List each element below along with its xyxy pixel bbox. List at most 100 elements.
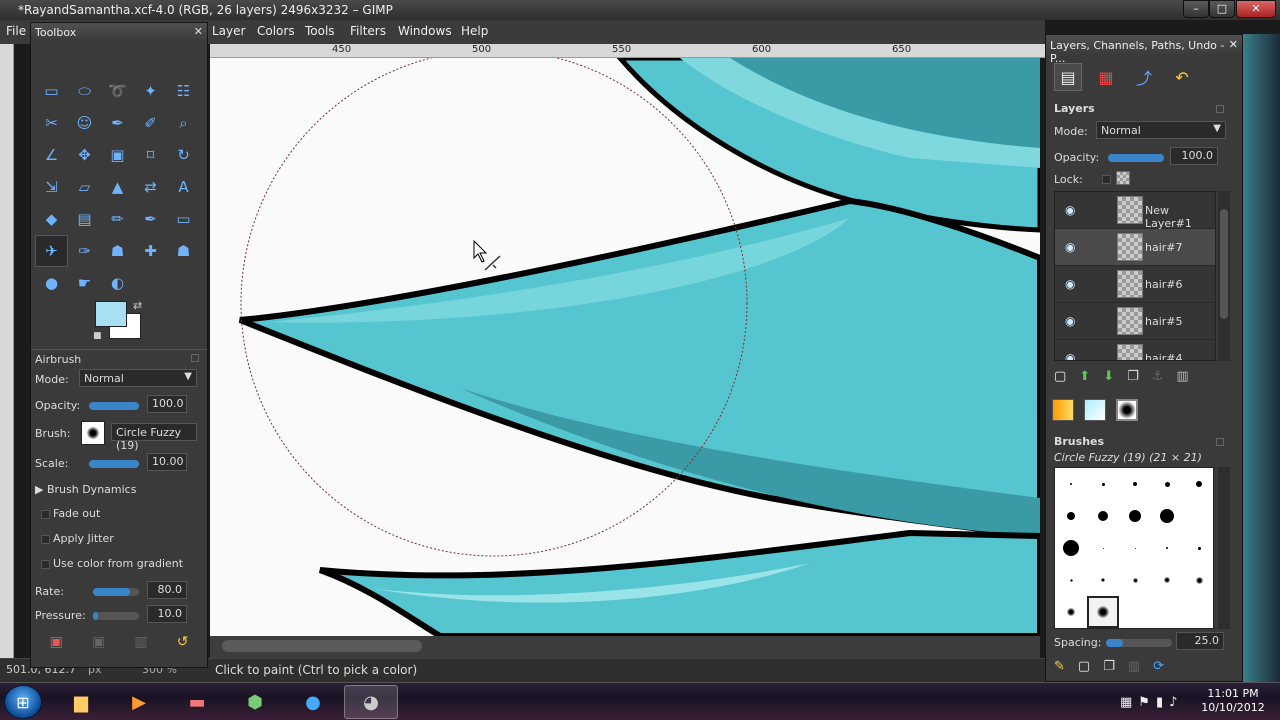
brush-swatch[interactable] — [1119, 468, 1151, 500]
align-icon[interactable]: ▣ — [101, 139, 134, 171]
shear-icon[interactable]: ▱ — [68, 171, 101, 203]
select-by-color-icon[interactable]: ☷ — [167, 75, 200, 107]
taskbar-hp[interactable]: ⬢ — [228, 685, 282, 719]
taskbar-app[interactable]: ▬ — [170, 685, 224, 719]
rate-spinner[interactable]: 80.0 — [147, 581, 187, 599]
free-select-icon[interactable]: ➰ — [101, 75, 134, 107]
crop-icon[interactable]: ⌑ — [134, 139, 167, 171]
brush-swatch[interactable] — [1055, 500, 1087, 532]
minimize-button[interactable]: – — [1183, 0, 1209, 18]
taskbar-explorer[interactable]: ▆ — [54, 685, 108, 719]
rotate-icon[interactable]: ↻ — [167, 139, 200, 171]
delete-options-icon[interactable]: ▥ — [134, 634, 147, 650]
apply-jitter-checkbox[interactable] — [41, 535, 50, 544]
restore-options-icon[interactable]: ▣ — [92, 634, 105, 650]
swap-colors-icon[interactable]: ⇄ — [133, 299, 142, 312]
tab-undo-icon[interactable]: ↶ — [1168, 63, 1196, 91]
menu-colors[interactable]: Colors — [257, 24, 295, 38]
menu-filters[interactable]: Filters — [350, 24, 386, 38]
mode-select[interactable]: Normal ▼ — [79, 369, 197, 387]
scale-slider[interactable] — [89, 460, 139, 468]
eraser-icon[interactable]: ▭ — [167, 203, 200, 235]
brushes-scrollbar[interactable] — [1218, 467, 1230, 629]
opacity-slider[interactable] — [89, 402, 139, 410]
brush-dynamics-toggle[interactable]: ▶ Brush Dynamics — [35, 483, 136, 496]
visibility-eye-icon[interactable]: ◉ — [1065, 277, 1075, 291]
visibility-eye-icon[interactable]: ◉ — [1065, 240, 1075, 254]
brush-swatch[interactable] — [1087, 596, 1119, 628]
brush-swatch[interactable] — [1183, 500, 1215, 532]
raise-layer-icon[interactable]: ⬆ — [1079, 369, 1090, 384]
brush-swatch[interactable] — [1119, 564, 1151, 596]
clock[interactable]: 11:01 PM 10/10/2012 — [1198, 687, 1268, 715]
options-menu-icon[interactable] — [191, 354, 199, 362]
brush-swatch[interactable] — [1087, 500, 1119, 532]
taskbar-gimp[interactable]: ◕ — [344, 685, 398, 719]
airbrush-icon[interactable]: ✈ — [35, 235, 68, 267]
menu-tools[interactable]: Tools — [305, 24, 335, 38]
paths-icon[interactable]: ✒ — [101, 107, 134, 139]
new-layer-icon[interactable]: ▢ — [1054, 369, 1066, 384]
refresh-brushes-icon[interactable]: ⟳ — [1153, 659, 1164, 674]
perspective-icon[interactable]: ▲ — [101, 171, 134, 203]
brush-swatch[interactable] — [1119, 596, 1151, 628]
brush-swatch[interactable] — [1151, 500, 1183, 532]
pressure-slider[interactable] — [93, 612, 139, 620]
delete-layer-icon[interactable]: ▥ — [1176, 369, 1188, 384]
lower-layer-icon[interactable]: ⬇ — [1103, 369, 1114, 384]
signal-icon[interactable]: ▮ — [1156, 695, 1163, 710]
taskbar-media-player[interactable]: ▶ — [112, 685, 166, 719]
spacing-slider[interactable] — [1106, 639, 1172, 647]
use-gradient-checkbox[interactable] — [41, 560, 50, 569]
brush-swatch[interactable] — [1183, 596, 1215, 628]
edit-brush-icon[interactable]: ✎ — [1054, 659, 1065, 674]
blur-sharpen-icon[interactable]: ● — [35, 267, 68, 299]
text-icon[interactable]: A — [167, 171, 200, 203]
brush-swatch[interactable] — [1183, 564, 1215, 596]
blend-icon[interactable]: ▤ — [68, 203, 101, 235]
brush-swatch[interactable] — [1087, 532, 1119, 564]
save-options-icon[interactable]: ▣ — [50, 634, 63, 650]
tab-layers-icon[interactable]: ▤ — [1054, 63, 1082, 91]
foreground-select-icon[interactable]: ☺ — [68, 107, 101, 139]
fade-out-checkbox[interactable] — [41, 510, 50, 519]
taskbar-browser[interactable]: ● — [286, 685, 340, 719]
layers-list[interactable]: ◉ New Layer#1 ◉ hair#7 ◉ hair#6 ◉ hair#5 ◉ hair#4 — [1054, 191, 1216, 361]
layer-opacity-slider[interactable] — [1108, 154, 1164, 162]
pressure-spinner[interactable]: 10.0 — [147, 605, 187, 623]
fuzzy-select-icon[interactable]: ✦ — [134, 75, 167, 107]
tab-channels-icon[interactable]: ▦ — [1092, 63, 1120, 91]
menu-windows[interactable]: Windows — [398, 24, 452, 38]
move-icon[interactable]: ✥ — [68, 139, 101, 171]
duplicate-layer-icon[interactable]: ❐ — [1127, 369, 1139, 384]
tab-paths-icon[interactable]: ⤴ — [1130, 63, 1158, 91]
visibility-eye-icon[interactable]: ◉ — [1065, 203, 1075, 217]
dock-close-button[interactable]: ✕ — [1229, 38, 1238, 51]
horizontal-scrollbar[interactable] — [210, 636, 1040, 658]
lock-alpha-icon[interactable] — [1116, 171, 1130, 185]
brush-swatch[interactable] — [1119, 532, 1151, 564]
menu-layer[interactable]: Layer — [212, 24, 245, 38]
layers-menu-icon[interactable] — [1216, 105, 1224, 113]
brush-swatch[interactable] — [1055, 596, 1087, 628]
scissors-select-icon[interactable]: ✂ — [35, 107, 68, 139]
volume-icon[interactable]: ♪ — [1169, 695, 1177, 710]
flip-icon[interactable]: ⇄ — [134, 171, 167, 203]
brush-swatch[interactable] — [1151, 532, 1183, 564]
visibility-eye-icon[interactable]: ◉ — [1065, 314, 1075, 328]
layer-row[interactable]: ◉ hair#6 — [1055, 266, 1215, 303]
menu-help[interactable]: Help — [461, 24, 488, 38]
brush-select[interactable]: Circle Fuzzy (19) — [111, 423, 197, 452]
brush-swatch[interactable] — [1055, 532, 1087, 564]
tab-brushes-icon[interactable] — [1116, 399, 1138, 421]
scroll-thumb[interactable] — [222, 640, 422, 652]
ink-icon[interactable]: ✑ — [68, 235, 101, 267]
smudge-icon[interactable]: ☛ — [68, 267, 101, 299]
tab-gradients-icon[interactable] — [1084, 399, 1106, 421]
pencil-icon[interactable]: ✏ — [101, 203, 134, 235]
scale-spinner[interactable]: 10.00 — [147, 453, 187, 471]
layers-scrollbar[interactable] — [1218, 191, 1230, 361]
new-brush-icon[interactable]: ▢ — [1078, 659, 1090, 674]
brush-grid[interactable] — [1054, 467, 1214, 629]
visibility-eye-icon[interactable]: ◉ — [1065, 351, 1075, 360]
